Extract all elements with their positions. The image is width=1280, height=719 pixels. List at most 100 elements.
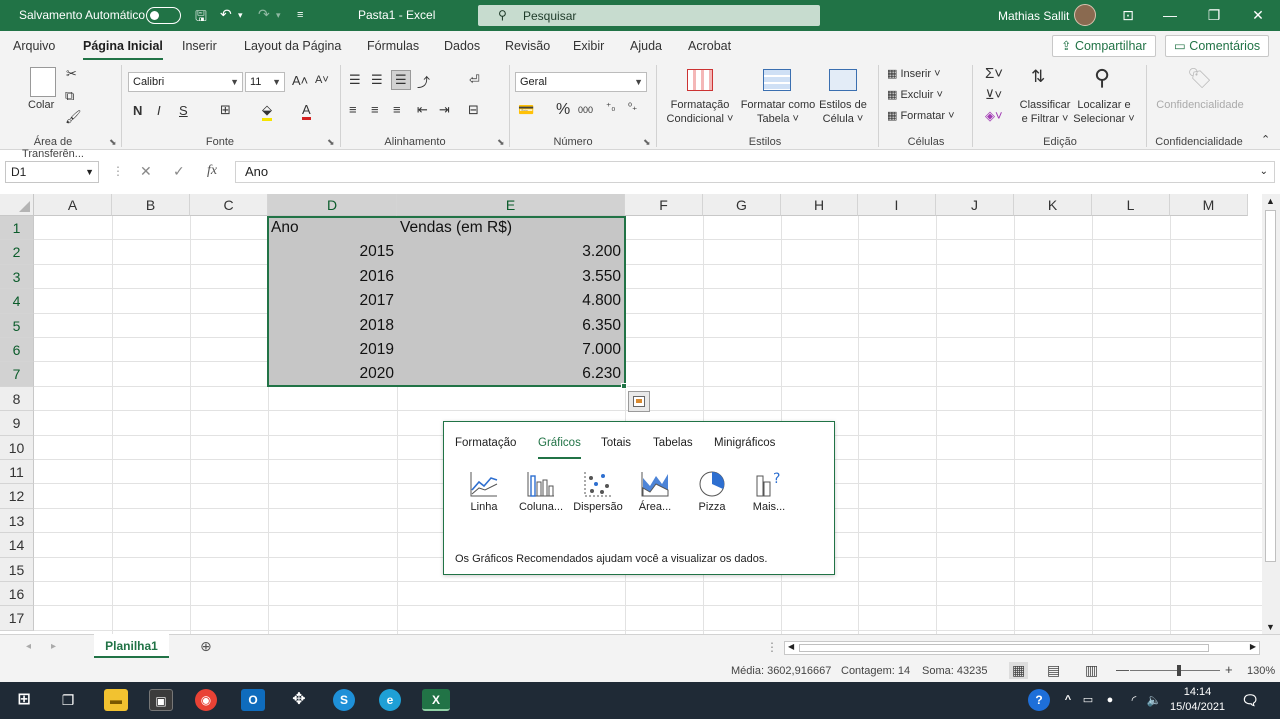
cell-e5[interactable]: 6.350 (397, 314, 621, 338)
horizontal-scroll-thumb[interactable] (799, 644, 1209, 652)
row-header-11[interactable]: 11 (0, 460, 34, 485)
qa-pie-chart[interactable]: Pizza (684, 470, 740, 513)
collapse-ribbon-icon[interactable]: ⌃ (1261, 133, 1270, 146)
cell-d4[interactable]: 2017 (268, 289, 394, 313)
next-sheet-icon[interactable]: ▸ (51, 641, 56, 652)
copy-icon[interactable]: ⧉ (65, 88, 74, 104)
font-size-combo[interactable]: 11 ▼ (245, 72, 285, 92)
sort-filter-icon[interactable]: ⇅ (1031, 67, 1045, 87)
conditional-format-icon[interactable] (687, 69, 713, 91)
sort-filter-button[interactable]: Classificar e Filtrar ˅ (1017, 98, 1073, 126)
thousands-button[interactable]: 000 (578, 105, 593, 115)
row-header-5[interactable]: 5 (0, 313, 34, 338)
column-header-e[interactable]: E (397, 194, 625, 216)
row-header-12[interactable]: 12 (0, 484, 34, 509)
undo-dropdown-icon[interactable]: ▾ (238, 10, 243, 21)
expand-formula-icon[interactable]: ⌄ (1260, 162, 1268, 182)
redo-icon[interactable]: ↷ (258, 6, 270, 23)
fill-icon[interactable]: ⊻˅ (985, 87, 1002, 103)
decrease-decimal-icon[interactable]: ⁰₊ (628, 102, 637, 113)
cell-d5[interactable]: 2018 (268, 314, 394, 338)
column-header-a[interactable]: A (34, 194, 112, 216)
tab-ajuda[interactable]: Ajuda (630, 39, 662, 53)
sheet-tab-planilha1[interactable]: Planilha1 (94, 634, 169, 658)
tab-exibir[interactable]: Exibir (573, 39, 604, 53)
row-header-6[interactable]: 6 (0, 338, 34, 363)
file-explorer-icon[interactable]: ▬ (104, 689, 128, 711)
row-header-9[interactable]: 9 (0, 411, 34, 436)
italic-button[interactable]: I (157, 103, 161, 118)
comments-button[interactable]: ▭ Comentários (1165, 35, 1270, 57)
font-launcher-icon[interactable]: ⬊ (327, 137, 335, 148)
ribbon-display-icon[interactable]: ⊡ (1114, 4, 1142, 26)
split-grip-icon[interactable]: ⋮ (766, 640, 778, 654)
store-icon[interactable]: ▣ (149, 689, 173, 711)
zoom-in-icon[interactable]: + (1225, 662, 1233, 677)
tab-inserir[interactable]: Inserir (182, 39, 217, 53)
scroll-down-icon[interactable]: ▼ (1266, 622, 1275, 632)
skype-icon[interactable]: S (333, 689, 355, 711)
cell-d7[interactable]: 2020 (268, 362, 394, 386)
horizontal-scrollbar[interactable]: ◀ ▶ (784, 641, 1260, 655)
save-icon[interactable]: 🖫 (195, 6, 207, 30)
find-select-button[interactable]: Localizar e Selecionar ˅ (1072, 98, 1136, 126)
qa-tab-tabelas[interactable]: Tabelas (653, 437, 693, 449)
zoom-slider-thumb[interactable] (1177, 665, 1181, 676)
tab-arquivo[interactable]: Arquivo (13, 39, 55, 53)
column-header-d[interactable]: D (268, 194, 397, 216)
row-header-1[interactable]: 1 (0, 216, 34, 241)
row-header-3[interactable]: 3 (0, 264, 34, 290)
notification-app-icon[interactable]: ● (1098, 689, 1122, 711)
page-break-view-icon[interactable]: ▥ (1085, 662, 1098, 679)
align-left-icon[interactable]: ≡ (349, 102, 357, 117)
user-name[interactable]: Mathias Sallit (998, 9, 1069, 23)
column-header-b[interactable]: B (112, 194, 190, 216)
sensitivity-icon[interactable]: 🏷 (1187, 66, 1212, 91)
alignment-launcher-icon[interactable]: ⬊ (497, 137, 505, 148)
decrease-font-icon[interactable]: A˅ (315, 74, 329, 86)
cell-styles-button[interactable]: Estilos de Célula ˅ (818, 98, 868, 126)
insert-function-button[interactable]: fx (207, 163, 217, 179)
excel-taskbar-icon[interactable]: X (422, 689, 450, 711)
clear-icon[interactable]: ◈˅ (985, 108, 1003, 124)
conditional-format-button[interactable]: Formatação Condicional ˅ (664, 98, 736, 126)
row-header-10[interactable]: 10 (0, 435, 34, 460)
redo-dropdown-icon[interactable]: ▾ (276, 10, 281, 21)
cell-d2[interactable]: 2015 (268, 240, 394, 264)
qa-area-chart[interactable]: Área... (627, 470, 683, 513)
cell-d3[interactable]: 2016 (268, 265, 394, 289)
row-header-2[interactable]: 2 (0, 240, 34, 265)
paste-label[interactable]: Colar (28, 98, 54, 112)
qa-scatter-chart[interactable]: Dispersão (570, 470, 626, 513)
number-format-combo[interactable]: Geral ▼ (515, 72, 647, 92)
chrome-icon[interactable]: ◉ (195, 689, 217, 711)
sensitivity-button[interactable]: Confidencialidade (1153, 98, 1247, 112)
qa-tab-totais[interactable]: Totais (601, 437, 631, 449)
borders-icon[interactable]: ⊞ (220, 102, 231, 118)
align-bottom-icon[interactable]: ☰ (391, 70, 411, 90)
cell-e3[interactable]: 3.550 (397, 265, 621, 289)
increase-indent-icon[interactable]: ⇥ (439, 102, 450, 118)
vertical-scrollbar[interactable]: ▲ ▼ (1262, 194, 1280, 634)
clipboard-launcher-icon[interactable]: ⬊ (109, 137, 117, 148)
format-as-table-button[interactable]: Formatar como Tabela ˅ (738, 98, 818, 126)
qa-column-chart[interactable]: Coluna... (513, 470, 569, 513)
customize-toolbar-icon[interactable]: ≡ (297, 9, 303, 21)
windows-start-icon[interactable]: ⊞ (12, 689, 36, 711)
bold-button[interactable]: N (133, 103, 142, 118)
zoom-out-icon[interactable]: — (1116, 662, 1129, 677)
task-view-icon[interactable]: ❐ (56, 689, 80, 711)
column-header-k[interactable]: K (1014, 194, 1092, 216)
align-top-icon[interactable]: ☰ (349, 72, 361, 88)
clock[interactable]: 14:14 15/04/2021 (1170, 685, 1225, 715)
cell-e7[interactable]: 6.230 (397, 362, 621, 386)
currency-icon[interactable]: 💳 (518, 102, 534, 118)
column-header-c[interactable]: C (190, 194, 268, 216)
qa-tab-formatacao[interactable]: Formatação (455, 437, 516, 449)
tab-acrobat[interactable]: Acrobat (688, 39, 731, 53)
outlook-icon[interactable]: O (241, 689, 265, 711)
column-header-m[interactable]: M (1170, 194, 1248, 216)
align-middle-icon[interactable]: ☰ (371, 72, 383, 88)
row-header-13[interactable]: 13 (0, 508, 34, 534)
align-right-icon[interactable]: ≡ (393, 102, 401, 117)
